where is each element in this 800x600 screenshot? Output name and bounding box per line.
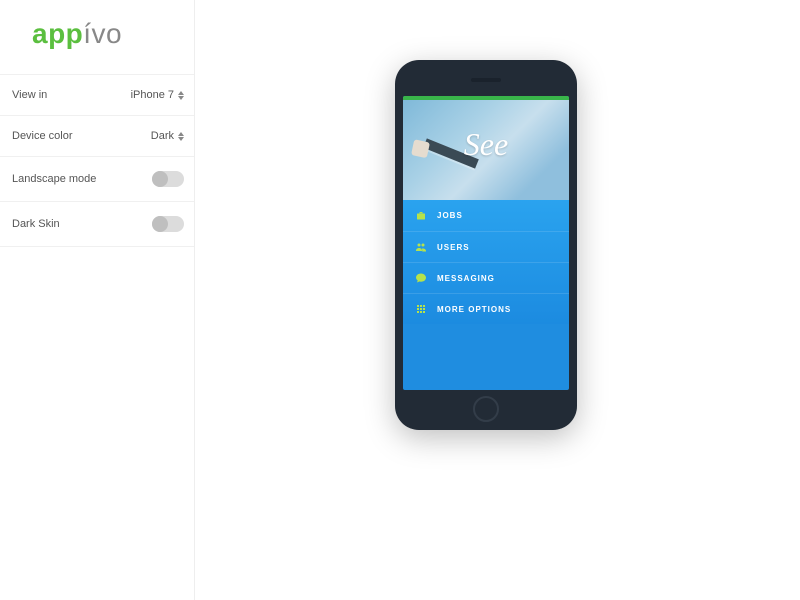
menu-item-label: MESSAGING xyxy=(437,274,495,283)
briefcase-icon xyxy=(415,210,427,222)
menu-item-messaging[interactable]: MESSAGING xyxy=(403,262,569,293)
setting-device-color: Device color Dark xyxy=(0,115,194,156)
brand-part2: ívo xyxy=(83,18,122,49)
menu-item-label: JOBS xyxy=(437,211,463,220)
setting-view-in: View in iPhone 7 xyxy=(0,74,194,115)
chat-icon xyxy=(415,272,427,284)
brand-part1: app xyxy=(32,18,83,49)
setting-landscape: Landscape mode xyxy=(0,156,194,201)
setting-dark-skin: Dark Skin xyxy=(0,201,194,247)
view-in-label: View in xyxy=(12,89,47,101)
landscape-toggle[interactable] xyxy=(152,171,184,187)
device-color-value: Dark xyxy=(151,130,174,142)
preview-canvas: See JOBS USERS MESSAGING xyxy=(195,0,800,600)
device-color-label: Device color xyxy=(12,130,73,142)
chevron-sort-icon xyxy=(178,132,184,141)
menu-item-label: USERS xyxy=(437,243,470,252)
brand-logo: appívo xyxy=(0,0,194,74)
hero-image: See xyxy=(403,100,569,200)
grid-icon xyxy=(415,303,427,315)
menu-item-users[interactable]: USERS xyxy=(403,231,569,262)
landscape-label: Landscape mode xyxy=(12,173,96,185)
hero-title: See xyxy=(464,126,508,163)
settings-sidebar: appívo View in iPhone 7 Device color Dar… xyxy=(0,0,195,600)
dark-skin-toggle[interactable] xyxy=(152,216,184,232)
device-color-select[interactable]: Dark xyxy=(151,130,184,142)
users-icon xyxy=(415,241,427,253)
device-frame: See JOBS USERS MESSAGING xyxy=(395,60,577,430)
view-in-value: iPhone 7 xyxy=(131,89,174,101)
chevron-sort-icon xyxy=(178,91,184,100)
menu-item-label: MORE OPTIONS xyxy=(437,305,511,314)
menu-item-jobs[interactable]: JOBS xyxy=(403,200,569,231)
view-in-select[interactable]: iPhone 7 xyxy=(131,89,184,101)
dark-skin-label: Dark Skin xyxy=(12,218,60,230)
device-screen: See JOBS USERS MESSAGING xyxy=(403,96,569,390)
app-root: appívo View in iPhone 7 Device color Dar… xyxy=(0,0,800,600)
menu-item-more-options[interactable]: MORE OPTIONS xyxy=(403,293,569,324)
app-menu: JOBS USERS MESSAGING MORE OPTIONS xyxy=(403,200,569,324)
home-button[interactable] xyxy=(473,396,499,422)
